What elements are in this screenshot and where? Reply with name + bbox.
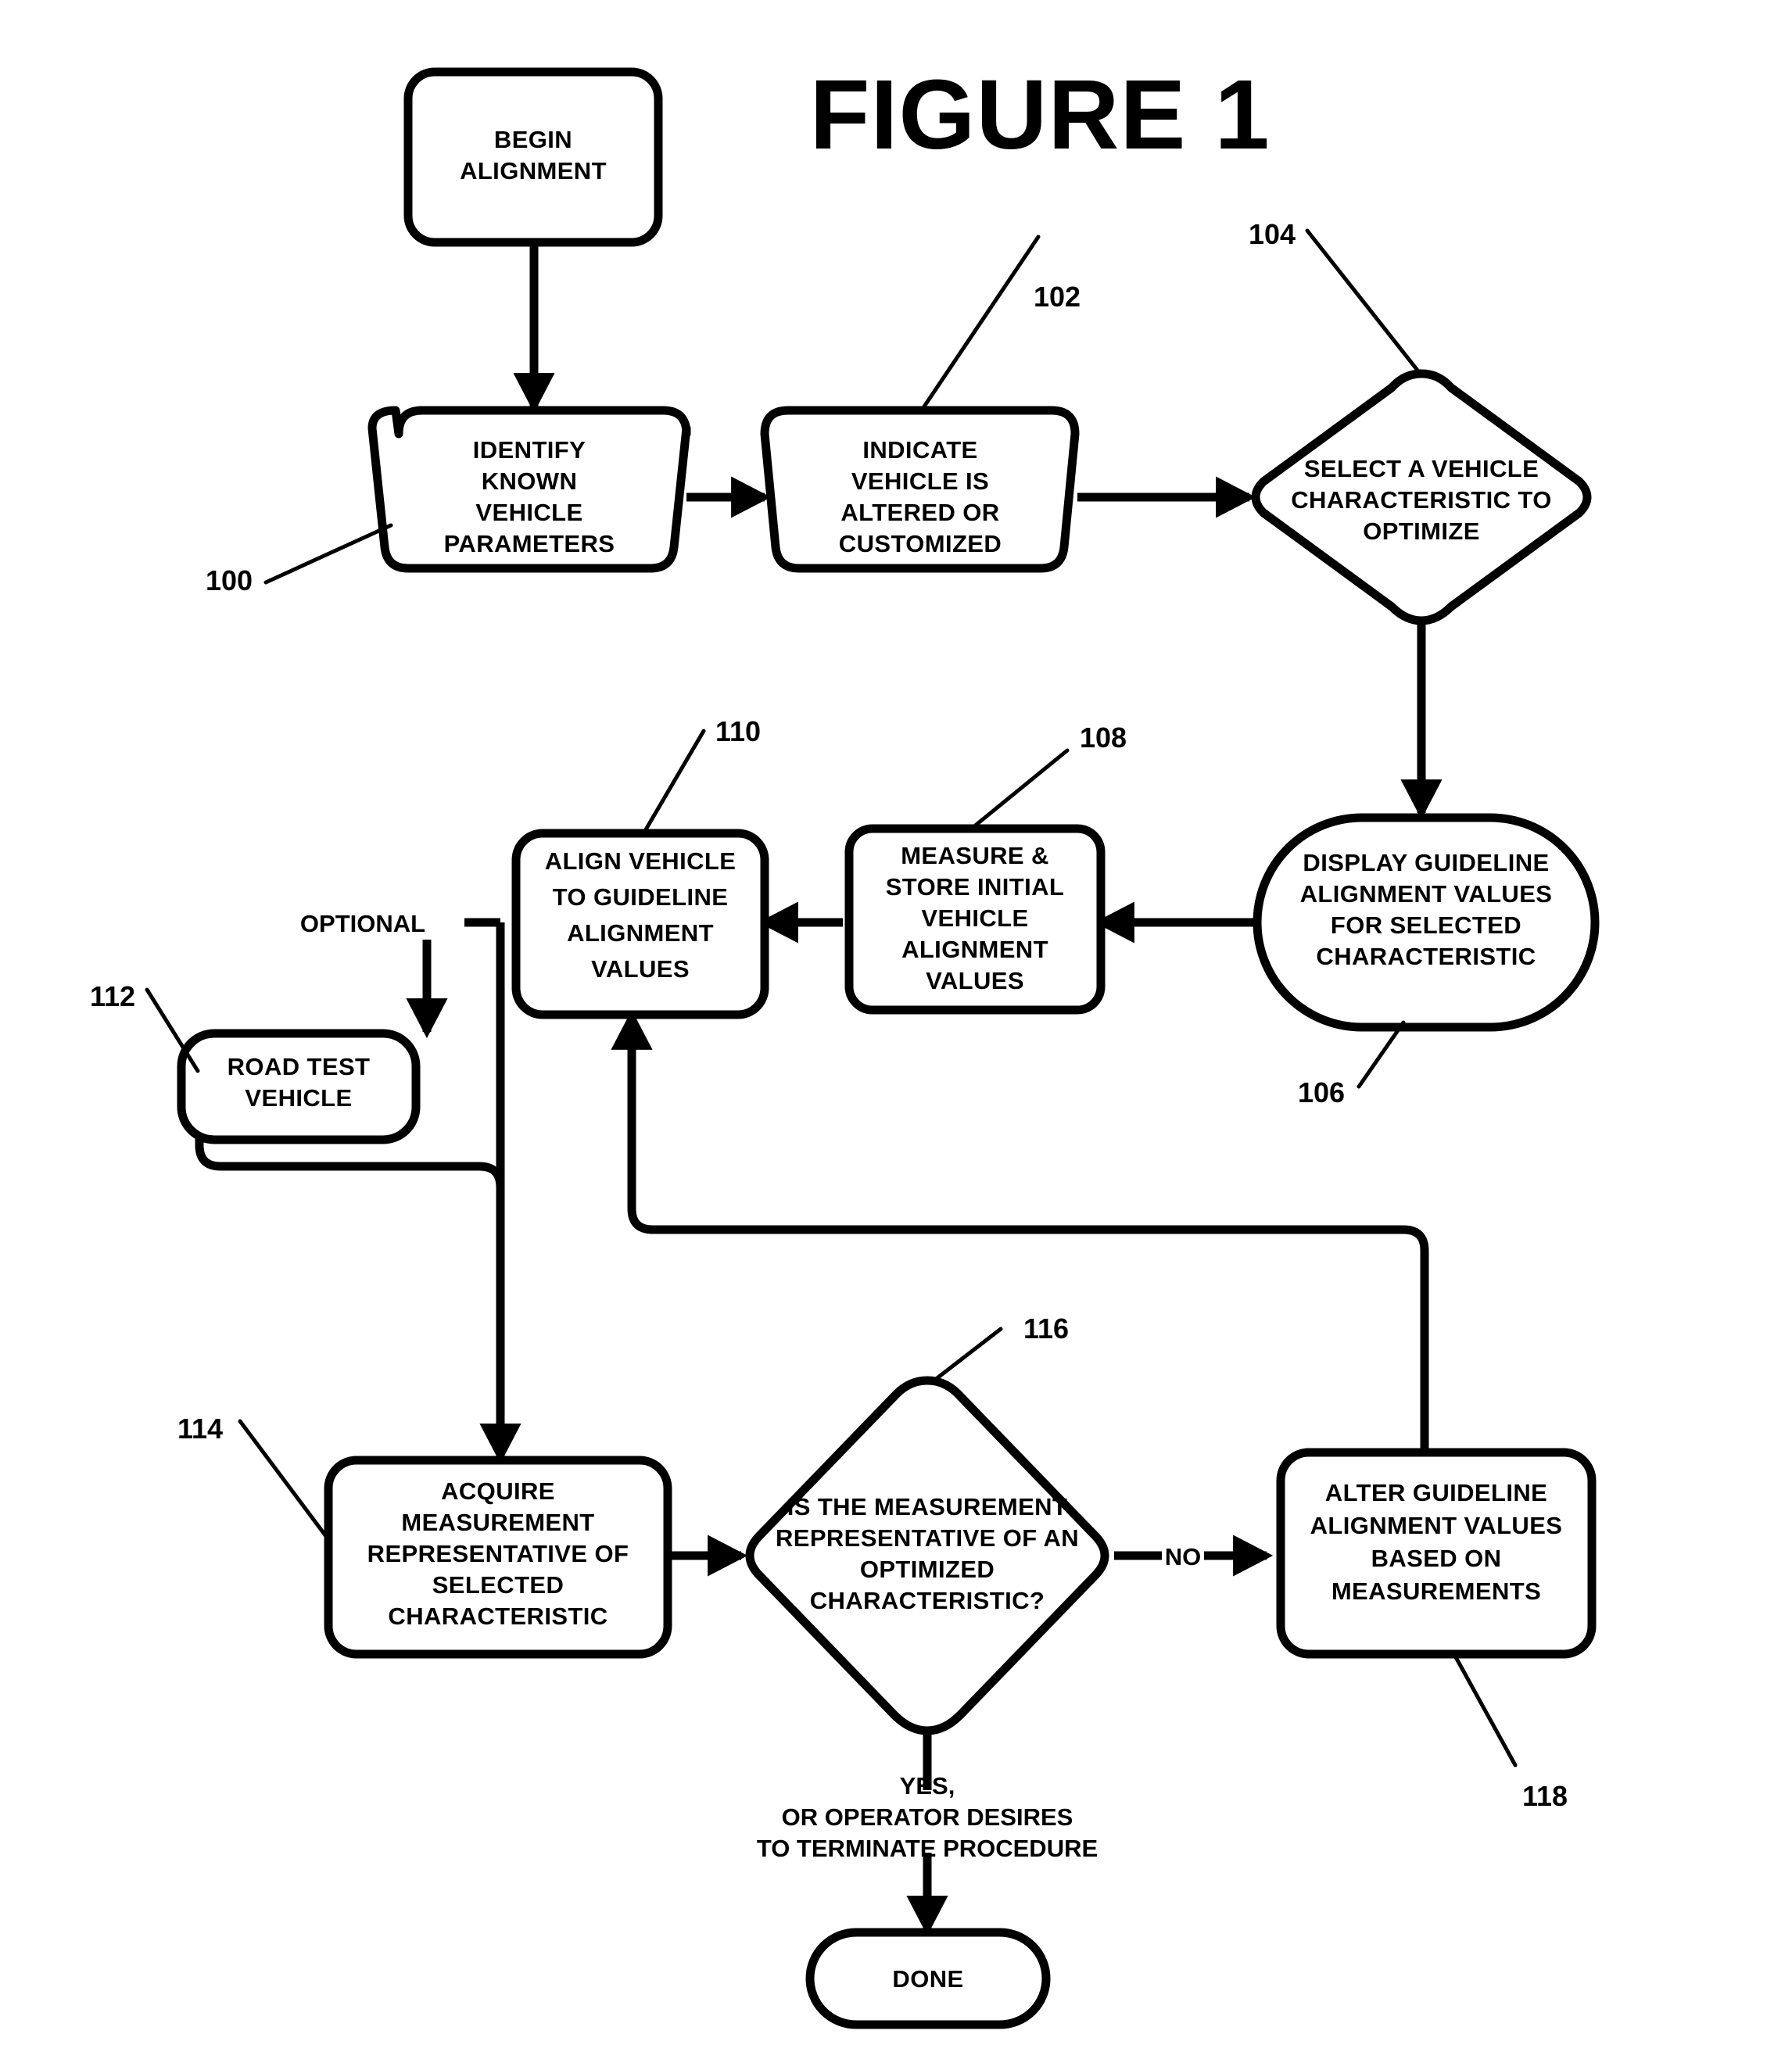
edge-label-yes-line2: OR OPERATOR DESIRES [782,1803,1073,1831]
leader-114 [238,1419,332,1544]
node-measure-line-4: VALUES [926,967,1024,994]
edge-label-yes-line1: YES, [900,1772,955,1800]
leader-100 [263,523,393,585]
node-align-line-2: ALIGNMENT [567,919,714,947]
ref-number-102: 102 [1034,281,1081,313]
ref-number-112: 112 [90,980,135,1012]
flowchart-svg: FIGURE 1 BEGIN ALIGNMENT IDENTIFY KNOWN … [90,59,1600,2029]
node-decision-line-1: REPRESENTATIVE OF AN [776,1524,1079,1552]
node-display-line-1: ALIGNMENT VALUES [1300,880,1553,908]
node-align-line-0: ALIGN VEHICLE [545,847,737,875]
node-align-vehicle-to-guideline[interactable]: ALIGN VEHICLE TO GUIDELINE ALIGNMENT VAL… [511,829,769,1019]
node-alter-line-3: MEASUREMENTS [1331,1577,1541,1605]
node-measure-line-0: MEASURE & [901,842,1049,869]
node-alter-line-1: ALIGNMENT VALUES [1310,1512,1563,1539]
node-done[interactable]: DONE [805,1928,1051,2029]
leader-116 [930,1327,1003,1384]
leader-108 [967,748,1070,833]
node-alter-line-2: BASED ON [1371,1545,1502,1572]
node-display-line-3: CHARACTERISTIC [1316,943,1536,970]
node-decision-line-2: OPTIMIZED [860,1556,995,1583]
ref-number-110: 110 [715,715,761,747]
node-indicate-line-2: ALTERED OR [840,499,999,526]
leader-118 [1453,1655,1518,1767]
node-align-line-3: VALUES [591,955,690,983]
node-indicate-vehicle-altered[interactable]: INDICATE VEHICLE IS ALTERED OR CUSTOMIZE… [760,406,1080,573]
leader-102 [922,235,1041,409]
node-decision-optimized-characteristic[interactable]: IS THE MEASUREMENT REPRESENTATIVE OF AN … [745,1376,1109,1735]
node-decision-line-3: CHARACTERISTIC? [810,1587,1045,1614]
node-display-line-0: DISPLAY GUIDELINE [1303,849,1549,876]
node-acquire-line-2: REPRESENTATIVE OF [367,1540,629,1567]
ref-number-106: 106 [1298,1076,1345,1108]
node-select-line-0: SELECT A VEHICLE [1304,455,1539,482]
node-select-line-1: CHARACTERISTIC TO [1291,486,1551,514]
node-road-test-vehicle[interactable]: ROAD TEST VEHICLE [177,1029,421,1144]
node-acquire-line-3: SELECTED [432,1571,564,1599]
node-measure-line-1: STORE INITIAL [886,873,1065,901]
edge-label-yes-line3: TO TERMINATE PROCEDURE [757,1835,1098,1862]
node-select-vehicle-characteristic[interactable]: SELECT A VEHICLE CHARACTERISTIC TO OPTIM… [1251,369,1592,625]
node-alter-guideline-values[interactable]: ALTER GUIDELINE ALIGNMENT VALUES BASED O… [1276,1448,1597,1659]
ref-number-108: 108 [1080,722,1127,754]
node-alter-line-0: ALTER GUIDELINE [1325,1479,1547,1506]
node-done-line-0: DONE [892,1965,963,1993]
node-begin-line-0: BEGIN [494,126,572,153]
ref-number-118: 118 [1522,1780,1568,1812]
edge-label-optional: OPTIONAL [300,910,425,937]
leader-104 [1305,228,1424,378]
ref-number-114: 114 [177,1413,223,1445]
ref-number-104: 104 [1249,218,1296,250]
node-roadtest-line-0: ROAD TEST [228,1053,371,1080]
node-align-line-1: TO GUIDELINE [553,883,729,911]
node-acquire-line-1: MEASUREMENT [401,1509,594,1536]
leader-110 [640,729,706,837]
node-indicate-line-0: INDICATE [862,436,977,464]
node-decision-line-0: IS THE MEASUREMENT [787,1493,1068,1520]
node-acquire-line-4: CHARACTERISTIC [388,1603,607,1630]
node-identify-line-0: IDENTIFY [473,436,586,464]
edge-label-no: NO [1165,1543,1202,1570]
node-measure-line-3: ALIGNMENT [901,936,1048,963]
node-roadtest-line-1: VEHICLE [245,1084,352,1112]
node-display-line-2: FOR SELECTED [1331,911,1521,939]
node-acquire-line-0: ACQUIRE [441,1477,555,1505]
node-measure-line-2: VEHICLE [921,904,1028,932]
node-measure-store-initial[interactable]: MEASURE & STORE INITIAL VEHICLE ALIGNMEN… [844,824,1106,1015]
node-acquire-measurement[interactable]: ACQUIRE MEASUREMENT REPRESENTATIVE OF SE… [324,1456,672,1659]
figure-canvas: FIGURE 1 BEGIN ALIGNMENT IDENTIFY KNOWN … [0,0,1792,2052]
ref-number-116: 116 [1023,1312,1069,1345]
node-identify-known-vehicle-parameters[interactable]: IDENTIFY KNOWN VEHICLE PARAMETERS [367,406,691,573]
node-display-guideline-values[interactable]: DISPLAY GUIDELINE ALIGNMENT VALUES FOR S… [1253,813,1600,1032]
node-indicate-line-3: CUSTOMIZED [839,530,1002,557]
leader-112 [145,987,200,1073]
node-identify-line-1: KNOWN [482,467,578,495]
node-identify-line-3: PARAMETERS [444,530,615,557]
figure-title: FIGURE 1 [809,59,1270,170]
ref-number-100: 100 [206,564,253,596]
leader-106 [1357,1020,1406,1089]
node-begin-alignment[interactable]: BEGIN ALIGNMENT [403,67,663,247]
node-indicate-line-1: VEHICLE IS [851,467,989,495]
node-identify-line-2: VEHICLE [475,499,582,526]
node-begin-line-1: ALIGNMENT [460,157,607,184]
node-select-line-2: OPTIMIZE [1363,517,1480,545]
